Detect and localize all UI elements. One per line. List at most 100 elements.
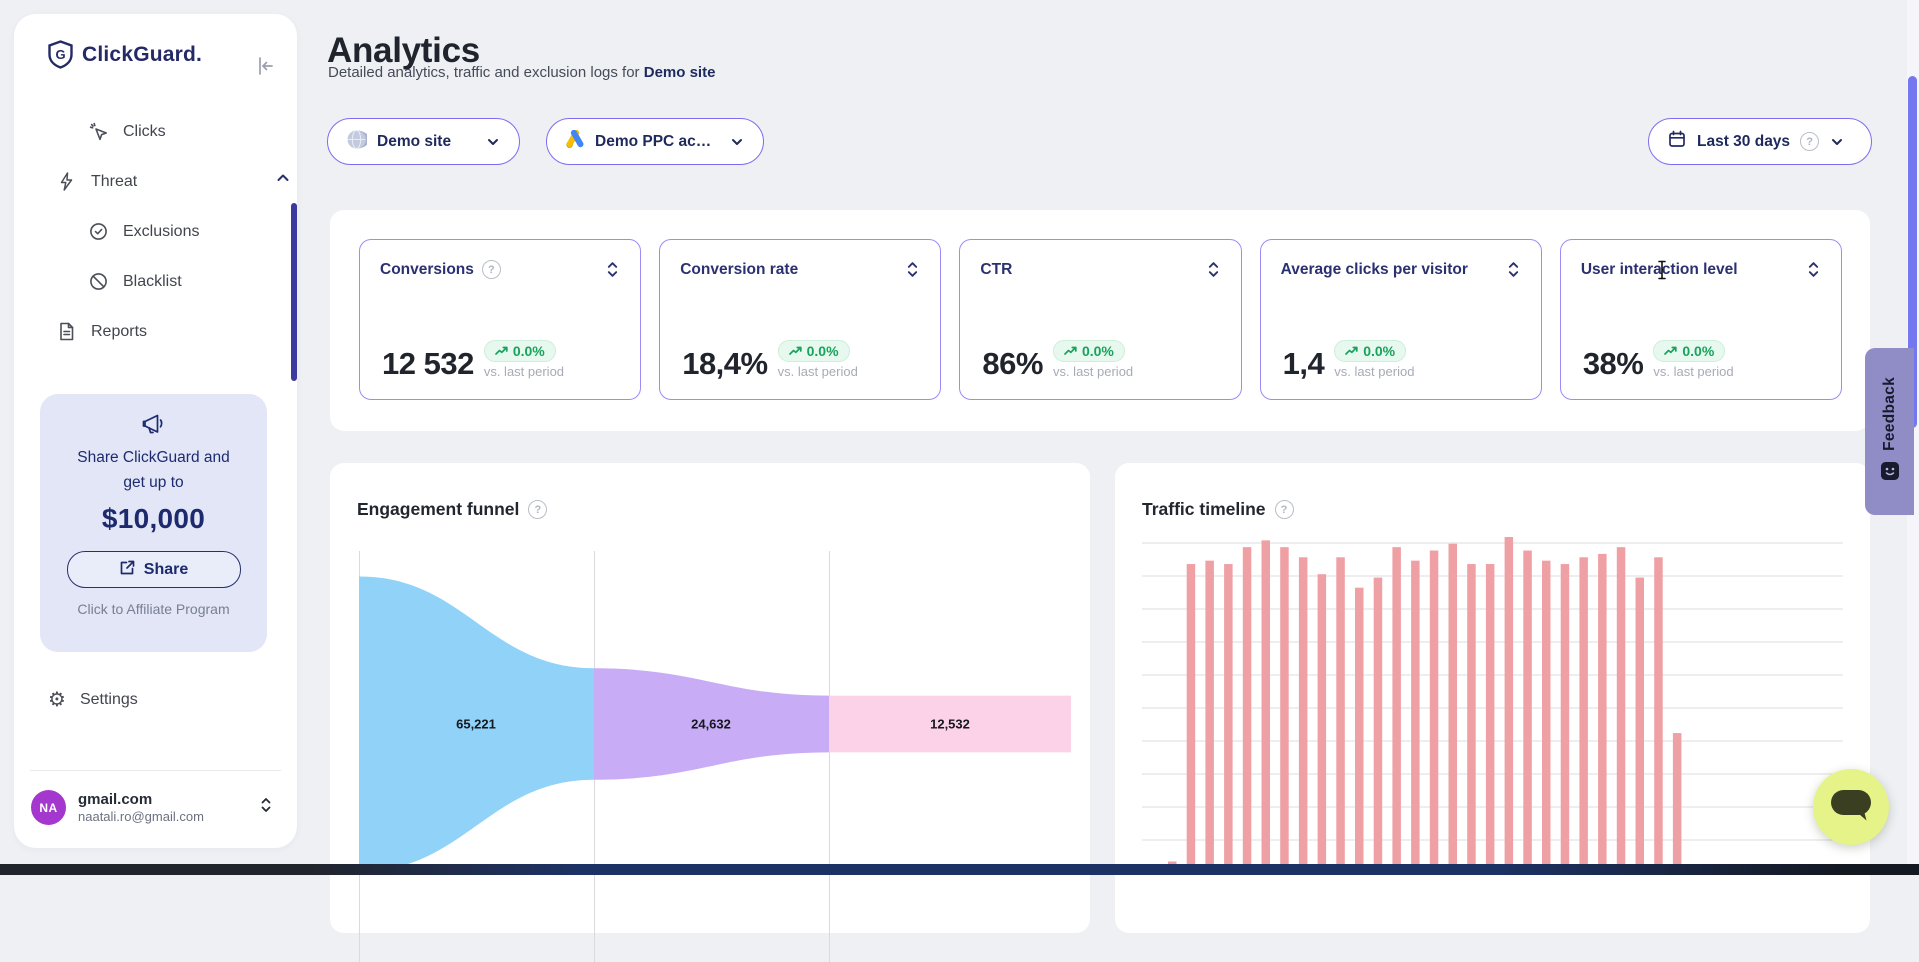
- help-icon[interactable]: ?: [1800, 132, 1819, 151]
- kpi-value: 38%: [1583, 349, 1644, 379]
- avatar: NA: [31, 790, 66, 825]
- kpi-label: Average clicks per visitor: [1281, 261, 1468, 279]
- funnel-stage-value: 65,221: [456, 717, 496, 732]
- trend-up-icon: [1064, 346, 1077, 356]
- help-icon[interactable]: ?: [482, 260, 501, 279]
- traffic-bar: [1411, 561, 1420, 875]
- cursor-click-icon: [88, 121, 109, 142]
- traffic-bar: [1336, 557, 1345, 875]
- ban-icon: [88, 271, 109, 292]
- help-icon[interactable]: ?: [528, 500, 547, 519]
- feedback-smiley-icon: [1880, 461, 1900, 486]
- date-range-selector[interactable]: Last 30 days ?: [1648, 118, 1872, 165]
- trend-up-icon: [1345, 346, 1358, 356]
- chevron-up-icon[interactable]: [274, 169, 292, 192]
- traffic-bar: [1262, 540, 1271, 875]
- sidebar-item-blacklist[interactable]: Blacklist: [88, 271, 182, 292]
- traffic-bar: [1598, 554, 1607, 875]
- kpi-caption: vs. last period: [1653, 364, 1733, 379]
- kpi-value: 18,4%: [682, 349, 767, 379]
- traffic-bar: [1449, 544, 1458, 875]
- affiliate-share-card[interactable]: Share ClickGuard and get up to $10,000 S…: [40, 394, 267, 652]
- chat-launcher-button[interactable]: [1813, 769, 1889, 845]
- funnel-stage-value: 12,532: [930, 717, 970, 732]
- share-card-amount: $10,000: [40, 503, 267, 535]
- traffic-bar: [1561, 564, 1570, 875]
- sidebar-item-reports[interactable]: Reports: [56, 321, 147, 342]
- sort-icon[interactable]: [1506, 260, 1521, 279]
- traffic-bar: [1187, 564, 1196, 875]
- kpi-card-conversions: Conversions ? 12 532 0.0% vs. last perio…: [359, 239, 641, 400]
- kpi-caption: vs. last period: [1053, 364, 1133, 379]
- feedback-tab[interactable]: Feedback: [1865, 348, 1914, 515]
- brand-logo: G ClickGuard.: [47, 40, 202, 69]
- traffic-bar: [1467, 564, 1476, 875]
- traffic-bar: [1243, 547, 1252, 875]
- page-subtitle: Detailed analytics, traffic and exclusio…: [328, 64, 715, 81]
- engagement-funnel-chart: 65,221 24,632 12,532: [359, 550, 1074, 962]
- document-icon: [56, 321, 77, 342]
- sidebar-item-label: Clicks: [123, 123, 166, 141]
- feedback-label: Feedback: [1881, 377, 1899, 451]
- sidebar-collapse-icon[interactable]: [252, 54, 278, 80]
- traffic-timeline-panel: Traffic timeline ?: [1115, 463, 1870, 933]
- traffic-bar: [1617, 547, 1626, 875]
- delta-badge: 0.0%: [1053, 340, 1125, 362]
- sidebar-item-settings[interactable]: ⚙ Settings: [48, 690, 138, 710]
- sidebar-item-threat[interactable]: Threat: [56, 171, 266, 192]
- gear-icon: ⚙: [48, 690, 66, 710]
- funnel-panel-title: Engagement funnel: [357, 499, 519, 520]
- sort-icon[interactable]: [905, 260, 920, 279]
- traffic-bar: [1392, 547, 1401, 875]
- site-selector[interactable]: Demo site: [327, 118, 520, 165]
- sidebar-item-label: Exclusions: [123, 223, 199, 241]
- kpi-label: Conversions: [380, 261, 474, 279]
- traffic-bar: [1205, 561, 1214, 875]
- sort-icon[interactable]: [1806, 260, 1821, 279]
- chevron-down-icon: [729, 134, 745, 150]
- funnel-stage-value: 24,632: [691, 717, 731, 732]
- sidebar-item-label: Blacklist: [123, 273, 182, 291]
- account-switcher[interactable]: NA gmail.com naatali.ro@gmail.com: [31, 790, 281, 825]
- bottom-edge-bar: [0, 864, 1919, 875]
- traffic-bar: [1224, 564, 1233, 875]
- kpi-value: 86%: [982, 349, 1043, 379]
- sidebar-item-exclusions[interactable]: Exclusions: [88, 221, 199, 242]
- help-icon[interactable]: ?: [1275, 500, 1294, 519]
- share-card-text: Share ClickGuard and get up to: [40, 445, 267, 495]
- traffic-bar: [1430, 551, 1439, 875]
- account-email: naatali.ro@gmail.com: [78, 809, 204, 825]
- sort-icon[interactable]: [605, 260, 620, 279]
- ppc-account-selector[interactable]: Demo PPC ac…: [546, 118, 764, 165]
- traffic-bar: [1486, 564, 1495, 875]
- engagement-funnel-panel: Engagement funnel ? 65,221 24,632 12,532: [330, 463, 1090, 933]
- delta-badge: 0.0%: [778, 340, 850, 362]
- kpi-card-interaction-level: User interaction level 38% 0.0% vs. last…: [1560, 239, 1842, 400]
- svg-text:G: G: [55, 47, 65, 62]
- globe-icon: [346, 129, 367, 155]
- kpi-value: 1,4: [1283, 349, 1325, 379]
- sort-icon[interactable]: [1206, 260, 1221, 279]
- traffic-bar: [1654, 557, 1663, 875]
- chat-bubble-icon: [1828, 787, 1874, 828]
- delta-badge: 0.0%: [1653, 340, 1725, 362]
- traffic-bar: [1542, 561, 1551, 875]
- traffic-bar: [1318, 574, 1327, 875]
- sidebar-item-clicks[interactable]: Clicks: [88, 121, 166, 142]
- traffic-bar: [1355, 588, 1364, 875]
- subtitle-site-name: Demo site: [644, 64, 716, 81]
- date-range-value: Last 30 days: [1697, 133, 1790, 151]
- share-button-label: Share: [144, 561, 188, 579]
- traffic-bar: [1579, 557, 1588, 875]
- trend-up-icon: [495, 346, 508, 356]
- sidebar-item-label: Settings: [80, 691, 138, 709]
- trend-up-icon: [1664, 346, 1677, 356]
- share-button[interactable]: Share: [67, 551, 241, 588]
- kpi-caption: vs. last period: [1334, 364, 1414, 379]
- traffic-bar: [1673, 733, 1682, 875]
- traffic-bar: [1299, 557, 1308, 875]
- kpi-label: Conversion rate: [680, 261, 798, 279]
- affiliate-caption: Click to Affiliate Program: [40, 601, 267, 617]
- kpi-card-ctr: CTR 86% 0.0% vs. last period: [959, 239, 1241, 400]
- kpi-caption: vs. last period: [778, 364, 858, 379]
